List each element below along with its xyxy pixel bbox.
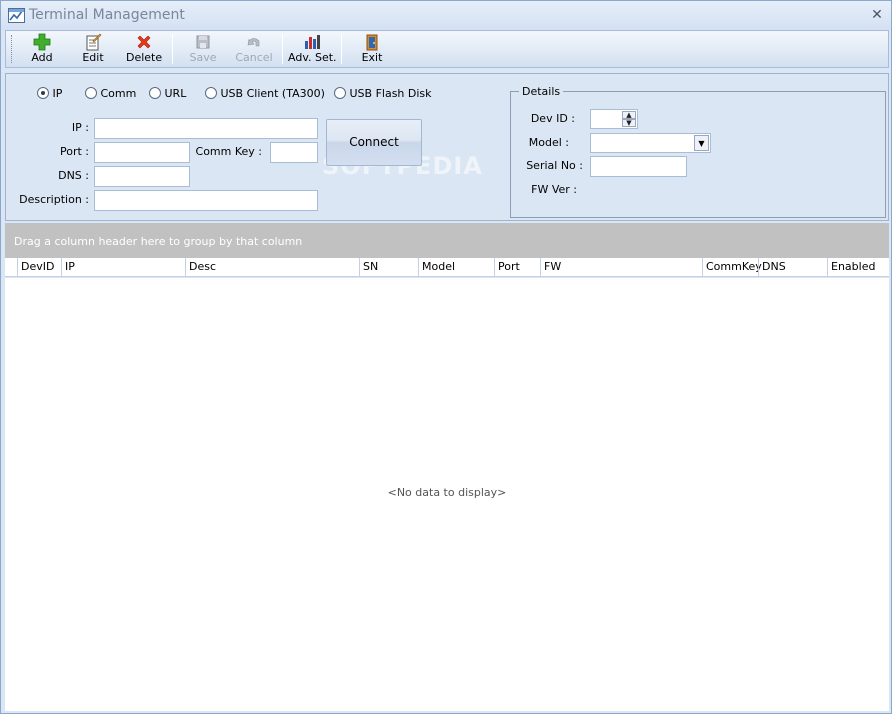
dns-label: DNS : bbox=[58, 169, 89, 182]
radio-usb-client[interactable]: USB Client (TA300) bbox=[205, 87, 325, 101]
add-button[interactable]: Add bbox=[26, 32, 58, 66]
fw-ver-label: FW Ver : bbox=[531, 183, 577, 196]
app-icon bbox=[8, 8, 25, 23]
radio-dot bbox=[334, 87, 346, 99]
edit-button[interactable]: Edit bbox=[78, 32, 108, 66]
dev-id-spinner[interactable]: ▲ ▼ bbox=[590, 109, 638, 129]
title-bar: Terminal Management ✕ bbox=[1, 1, 891, 30]
delete-button[interactable]: Delete bbox=[126, 32, 162, 66]
description-label: Description : bbox=[19, 193, 89, 206]
grid-header: DevID IP Desc SN Model Port FW CommKey D… bbox=[5, 258, 889, 277]
spin-up-icon[interactable]: ▲ bbox=[622, 111, 636, 119]
terminal-management-window: Terminal Management ✕ Add Edit Delete Sa… bbox=[0, 0, 892, 714]
group-by-hint: Drag a column header here to group by th… bbox=[14, 235, 303, 248]
save-label: Save bbox=[189, 51, 217, 64]
port-label: Port : bbox=[59, 145, 89, 158]
no-data-message: <No data to display> bbox=[387, 486, 507, 499]
dns-input[interactable] bbox=[94, 166, 190, 187]
cancel-label: Cancel bbox=[235, 51, 273, 64]
exit-door-icon bbox=[366, 34, 378, 51]
toolbar-separator bbox=[172, 34, 173, 64]
radio-dot bbox=[205, 87, 217, 99]
model-label: Model : bbox=[528, 136, 569, 149]
grid-body[interactable]: <No data to display> bbox=[5, 278, 889, 711]
connection-panel: SOFTPEDIA IP Comm URL USB Client (TA300)… bbox=[5, 73, 889, 221]
radio-dot bbox=[149, 87, 161, 99]
close-icon[interactable]: ✕ bbox=[869, 7, 885, 23]
column-header-commkey[interactable]: CommKey bbox=[702, 258, 762, 277]
delete-label: Delete bbox=[126, 51, 163, 64]
model-dropdown[interactable]: ▼ bbox=[590, 133, 711, 153]
add-label: Add bbox=[31, 51, 53, 64]
column-header-devid[interactable]: DevID bbox=[17, 258, 61, 277]
edit-label: Edit bbox=[82, 51, 104, 64]
toolbar-separator bbox=[282, 34, 283, 64]
connect-button[interactable]: Connect bbox=[326, 119, 422, 166]
exit-label: Exit bbox=[361, 51, 383, 64]
details-groupbox: Details Dev ID : ▲ ▼ Model : ▼ Serial No… bbox=[510, 85, 886, 218]
column-header-fw[interactable]: FW bbox=[540, 258, 702, 277]
radio-ip-label: IP bbox=[52, 87, 63, 100]
radio-usb-client-label: USB Client (TA300) bbox=[220, 87, 325, 100]
toolbar-grip[interactable] bbox=[11, 35, 14, 63]
radio-usb-flash[interactable]: USB Flash Disk bbox=[334, 87, 432, 101]
ip-label: IP : bbox=[71, 121, 89, 134]
radio-dot bbox=[85, 87, 97, 99]
column-header-desc[interactable]: Desc bbox=[185, 258, 359, 277]
column-header-enabled[interactable]: Enabled bbox=[827, 258, 889, 277]
serial-no-label: Serial No : bbox=[526, 159, 583, 172]
dev-id-label: Dev ID : bbox=[530, 112, 575, 125]
delete-x-icon bbox=[137, 35, 151, 49]
save-button[interactable]: Save bbox=[188, 32, 218, 66]
plus-icon bbox=[33, 33, 51, 51]
description-input[interactable] bbox=[94, 190, 318, 211]
radio-dot-selected bbox=[37, 87, 49, 99]
toolbar-separator bbox=[341, 34, 342, 64]
undo-arrow-icon bbox=[247, 38, 260, 47]
column-header-ip[interactable]: IP bbox=[61, 258, 185, 277]
adv-settings-button[interactable]: Adv. Set. bbox=[288, 32, 337, 66]
radio-url[interactable]: URL bbox=[149, 87, 186, 101]
cancel-button[interactable]: Cancel bbox=[235, 32, 273, 66]
radio-comm-label: Comm bbox=[100, 87, 137, 100]
column-header-port[interactable]: Port bbox=[494, 258, 540, 277]
comm-key-input[interactable] bbox=[270, 142, 318, 163]
edit-document-icon bbox=[86, 33, 102, 51]
spin-down-icon[interactable]: ▼ bbox=[622, 119, 636, 127]
group-by-panel[interactable]: Drag a column header here to group by th… bbox=[5, 223, 889, 258]
radio-comm[interactable]: Comm bbox=[85, 87, 136, 101]
settings-chart-icon bbox=[305, 35, 320, 49]
column-header-sn[interactable]: SN bbox=[359, 258, 418, 277]
radio-ip[interactable]: IP bbox=[37, 87, 62, 101]
adv-settings-label: Adv. Set. bbox=[288, 51, 337, 64]
details-legend: Details bbox=[519, 85, 564, 98]
toolbar: Add Edit Delete Save Cancel Adv. Set. Ex… bbox=[5, 30, 889, 68]
column-header-dns[interactable]: DNS bbox=[758, 258, 827, 277]
column-header-model[interactable]: Model bbox=[418, 258, 494, 277]
serial-no-input[interactable] bbox=[590, 156, 687, 177]
save-disk-icon bbox=[196, 35, 210, 49]
ip-input[interactable] bbox=[94, 118, 318, 139]
radio-url-label: URL bbox=[164, 87, 187, 100]
comm-key-label: Comm Key : bbox=[195, 145, 262, 158]
port-input[interactable] bbox=[94, 142, 190, 163]
window-title: Terminal Management bbox=[29, 7, 185, 23]
radio-usb-flash-label: USB Flash Disk bbox=[349, 87, 432, 100]
chevron-down-icon[interactable]: ▼ bbox=[694, 135, 709, 151]
exit-button[interactable]: Exit bbox=[360, 32, 384, 66]
